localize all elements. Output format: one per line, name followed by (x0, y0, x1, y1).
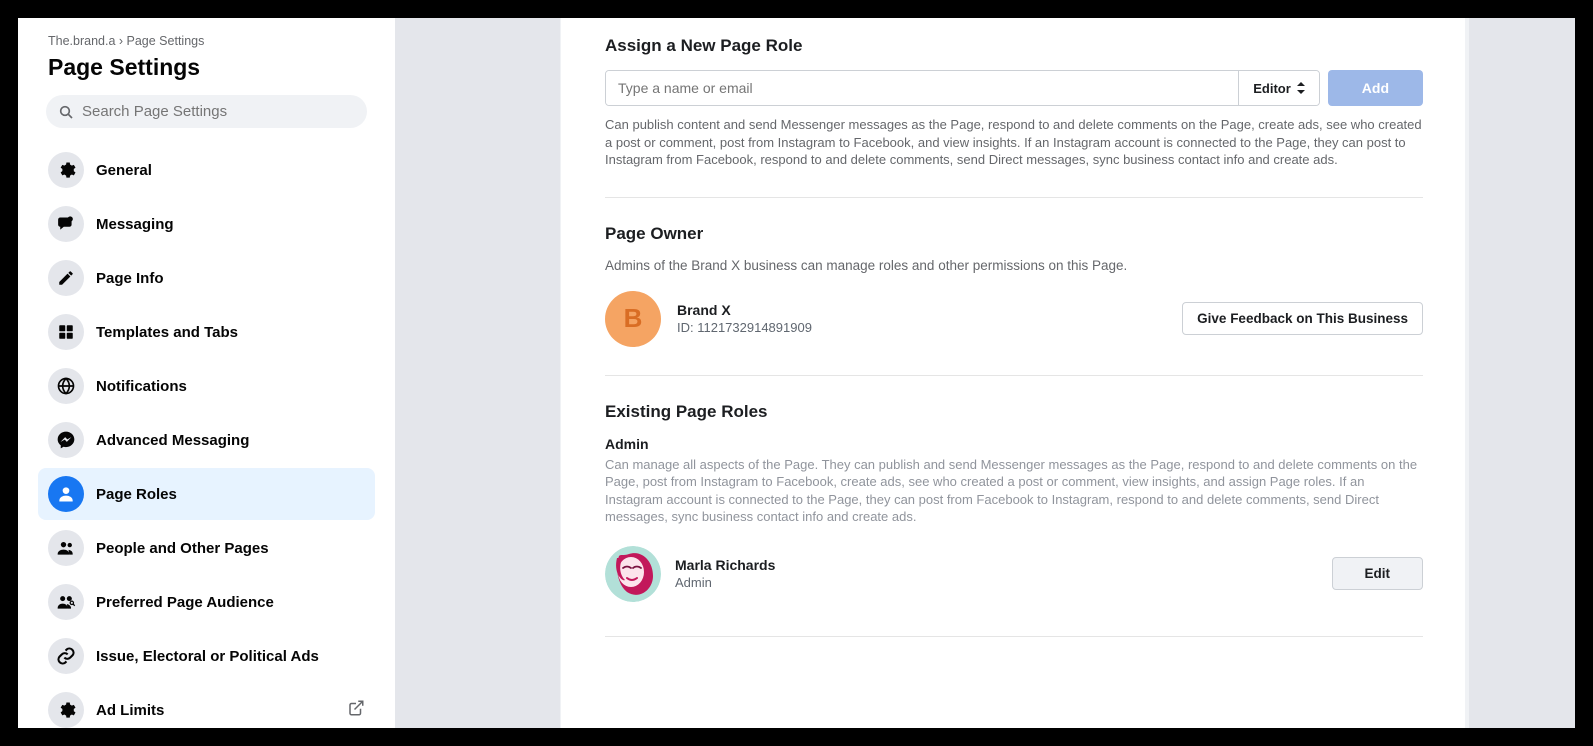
nav-label: Ad Limits (96, 702, 164, 719)
external-link-icon (347, 699, 365, 722)
globe-icon (48, 368, 84, 404)
search-icon (58, 104, 74, 120)
nav-label: Messaging (96, 216, 174, 233)
nav-preferred-audience[interactable]: Preferred Page Audience (38, 576, 375, 628)
search-input[interactable] (82, 103, 355, 120)
user-info: Marla Richards Admin (675, 557, 775, 590)
main-area: Assign a New Page Role Editor Add Can pu… (395, 18, 1575, 728)
user-role: Admin (675, 575, 775, 590)
search-container[interactable] (46, 95, 367, 128)
nav-general[interactable]: General (38, 144, 375, 196)
user-row: Marla Richards Admin Edit (605, 546, 1423, 602)
role-desc: Can manage all aspects of the Page. They… (605, 456, 1423, 526)
owner-name: Brand X (677, 302, 812, 318)
audience-icon (48, 584, 84, 620)
nav-label: Preferred Page Audience (96, 594, 274, 611)
sidebar: The.brand.a › Page Settings Page Setting… (18, 18, 395, 728)
breadcrumb[interactable]: The.brand.a › Page Settings (26, 34, 387, 52)
owner-avatar: B (605, 291, 661, 347)
chat-icon (48, 206, 84, 242)
owner-desc: Admins of the Brand X business can manag… (605, 258, 1423, 273)
role-heading: Admin (605, 436, 1423, 452)
nav-label: Issue, Electoral or Political Ads (96, 648, 319, 665)
assign-row: Editor Add (605, 70, 1423, 106)
owner-title: Page Owner (605, 224, 1423, 244)
nav-label: Page Roles (96, 486, 177, 503)
owner-row: B Brand X ID: 1121732914891909 Give Feed… (605, 291, 1423, 347)
grid-icon (48, 314, 84, 350)
divider (605, 375, 1423, 376)
right-gap (1469, 18, 1575, 728)
nav-ad-limits[interactable]: Ad Limits (38, 684, 375, 728)
nav-label: People and Other Pages (96, 540, 269, 557)
nav-label: Templates and Tabs (96, 324, 238, 341)
gear-icon (48, 692, 84, 728)
owner-info: Brand X ID: 1121732914891909 (677, 302, 812, 335)
sort-icon (1297, 82, 1305, 94)
nav-list: General Messaging Page Info (26, 140, 387, 728)
assign-input-group: Editor (605, 70, 1320, 106)
people-icon (48, 530, 84, 566)
nav-label: Page Info (96, 270, 164, 287)
owner-id: ID: 1121732914891909 (677, 320, 812, 335)
person-icon (48, 476, 84, 512)
nav-page-info[interactable]: Page Info (38, 252, 375, 304)
divider (605, 197, 1423, 198)
gear-icon (48, 152, 84, 188)
add-button[interactable]: Add (1328, 70, 1423, 106)
divider (605, 636, 1423, 637)
nav-label: Notifications (96, 378, 187, 395)
nav-notifications[interactable]: Notifications (38, 360, 375, 412)
role-select[interactable]: Editor (1238, 71, 1319, 105)
nav-page-roles[interactable]: Page Roles (38, 468, 375, 520)
feedback-button[interactable]: Give Feedback on This Business (1182, 302, 1423, 335)
nav-templates[interactable]: Templates and Tabs (38, 306, 375, 358)
pencil-icon (48, 260, 84, 296)
user-avatar (605, 546, 661, 602)
nav-adv-messaging[interactable]: Advanced Messaging (38, 414, 375, 466)
name-email-input[interactable] (606, 71, 1238, 105)
nav-messaging[interactable]: Messaging (38, 198, 375, 250)
edit-button[interactable]: Edit (1332, 557, 1424, 590)
nav-political-ads[interactable]: Issue, Electoral or Political Ads (38, 630, 375, 682)
nav-label: General (96, 162, 152, 179)
assign-title: Assign a New Page Role (605, 36, 1423, 56)
left-gap (395, 18, 560, 728)
assign-help-text: Can publish content and send Messenger m… (605, 116, 1423, 169)
page-title: Page Settings (26, 52, 387, 95)
existing-title: Existing Page Roles (605, 402, 1423, 422)
nav-label: Advanced Messaging (96, 432, 249, 449)
role-selected-label: Editor (1253, 81, 1291, 96)
nav-people-pages[interactable]: People and Other Pages (38, 522, 375, 574)
content-card: Assign a New Page Role Editor Add Can pu… (561, 18, 1465, 728)
user-name: Marla Richards (675, 557, 775, 573)
link-icon (48, 638, 84, 674)
messenger-icon (48, 422, 84, 458)
